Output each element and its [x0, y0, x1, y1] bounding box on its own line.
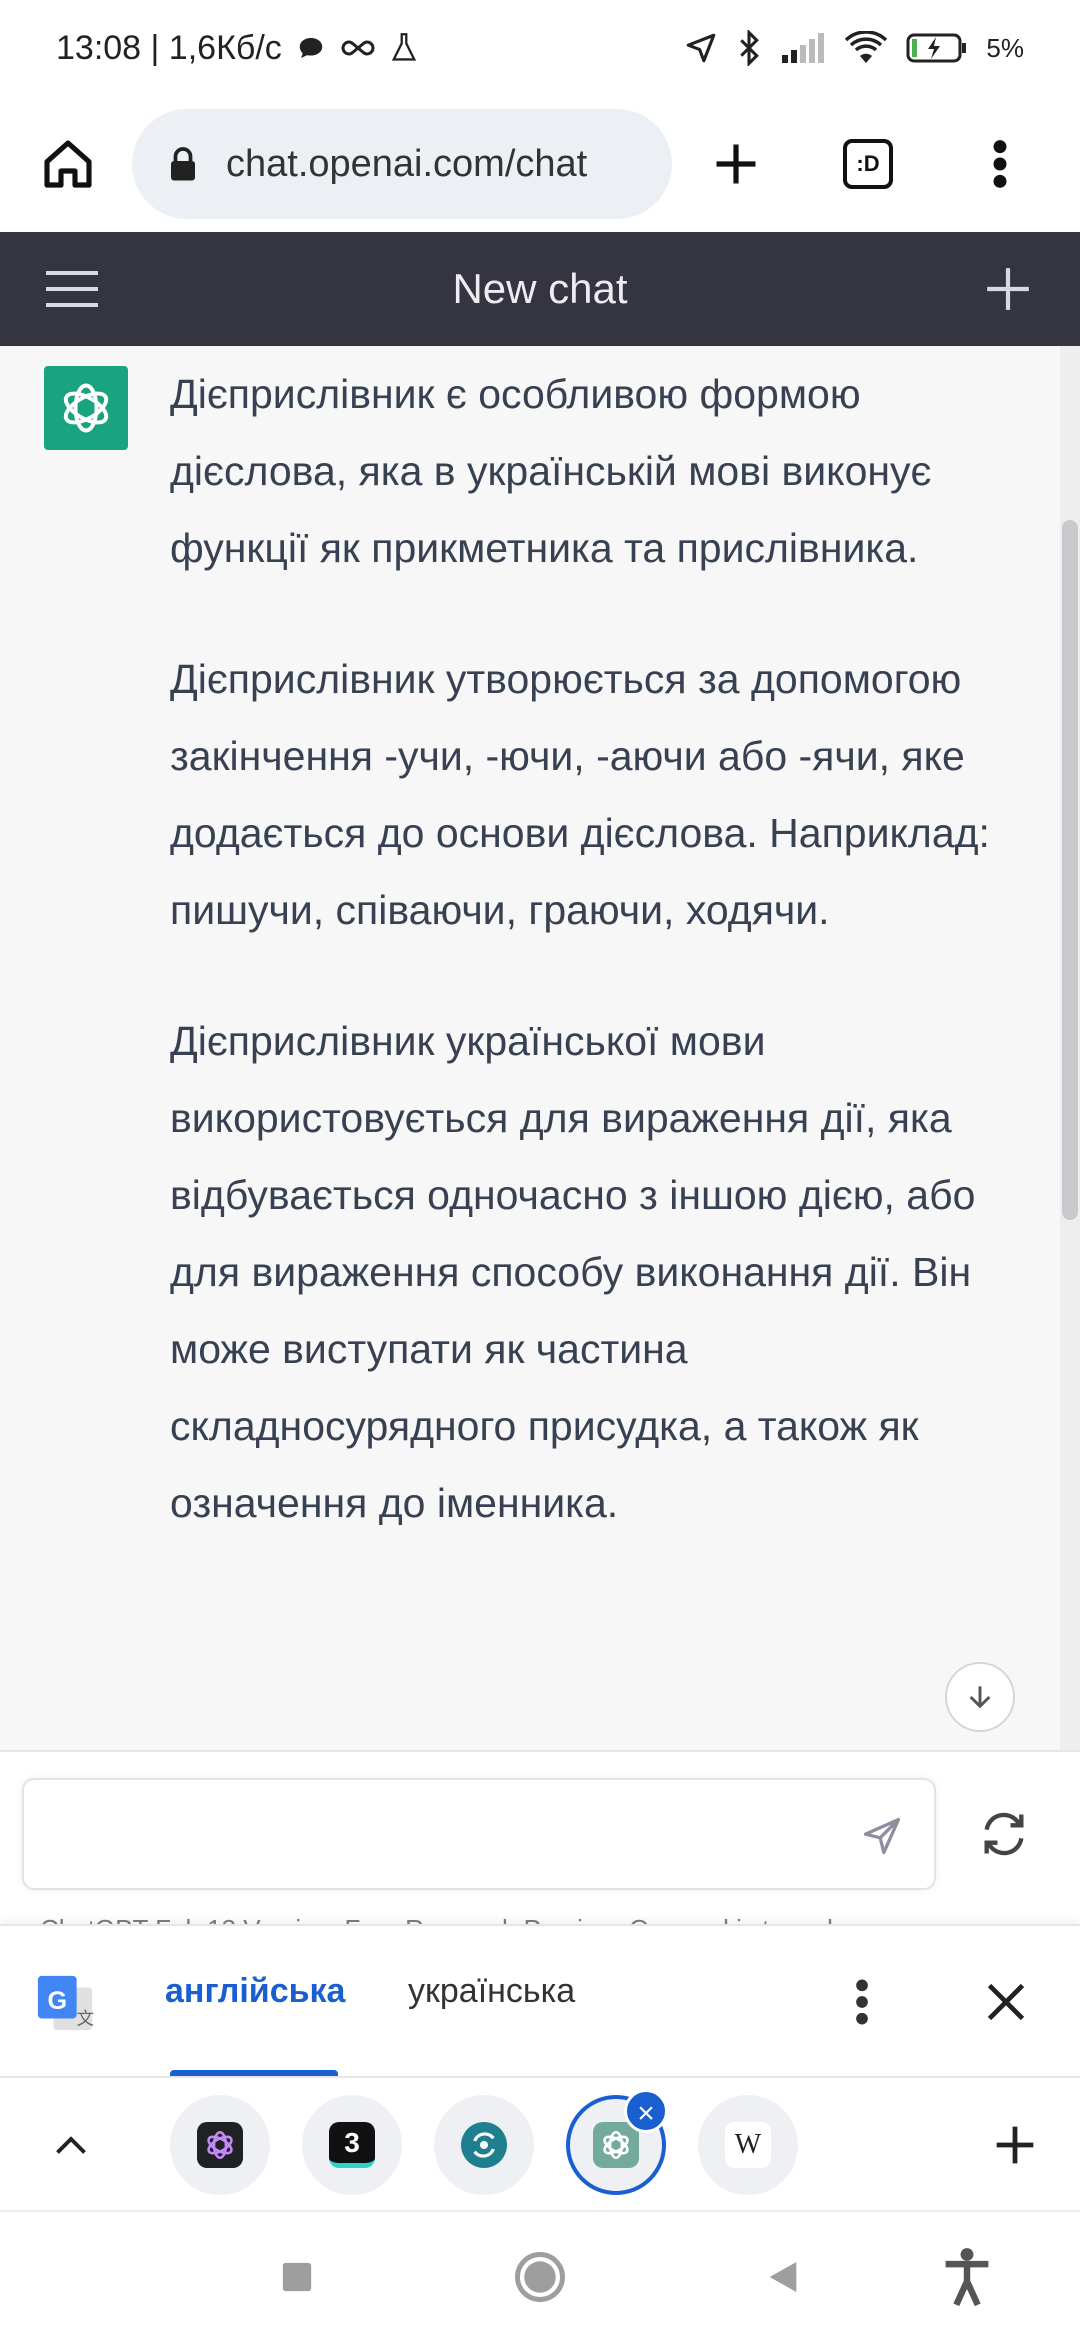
- number-three-icon: 3: [329, 2122, 375, 2168]
- tab-item[interactable]: 3: [302, 2095, 402, 2195]
- prompt-area: ChatGPT Feb 13 Version. Free Research Pr…: [0, 1750, 1080, 1944]
- translate-bar: G 文 англійська українська: [0, 1924, 1080, 2078]
- flask-icon: [391, 33, 416, 61]
- svg-text:G: G: [47, 1987, 67, 2015]
- close-tab-icon[interactable]: ×: [624, 2089, 668, 2133]
- browser-menu-button[interactable]: [958, 122, 1042, 206]
- more-vertical-icon: [856, 1979, 868, 2025]
- new-tab-button[interactable]: [694, 122, 778, 206]
- chat-bubble-icon: [299, 38, 323, 58]
- assistant-message: Дієприслівник є особливою формою дієслов…: [170, 356, 1010, 1596]
- home-nav-button[interactable]: [505, 2242, 575, 2312]
- back-button[interactable]: [748, 2242, 818, 2312]
- infinity-link-icon: [341, 40, 375, 56]
- scrollbar[interactable]: [1060, 346, 1080, 1750]
- wifi-icon: [845, 31, 888, 63]
- recents-button[interactable]: [262, 2242, 332, 2312]
- message-paragraph: Дієприслівник української мови використо…: [170, 1018, 976, 1526]
- more-vertical-icon: [993, 140, 1007, 188]
- status-right: 5%: [684, 30, 1024, 66]
- expand-tabs-button[interactable]: [34, 2108, 108, 2182]
- battery-charging-icon: [906, 33, 967, 63]
- plus-icon: [996, 2126, 1034, 2164]
- location-arrow-icon: [687, 33, 716, 63]
- message-paragraph: Дієприслівник утворюється за допомогою з…: [170, 656, 990, 933]
- message-paragraph: Дієприслівник є особливою формою дієслов…: [170, 371, 932, 571]
- accessibility-icon: [945, 2248, 989, 2307]
- tab-switcher-glyph: :D: [856, 151, 880, 176]
- home-button[interactable]: [26, 122, 110, 206]
- system-nav-bar: [0, 2210, 1080, 2340]
- url-text: chat.openai.com/chat: [226, 142, 588, 185]
- translate-menu-button[interactable]: [838, 1966, 886, 2038]
- tab-switcher-icon: :D: [843, 139, 893, 189]
- chat-header: New chat: [0, 232, 1080, 346]
- chevron-up-icon: [56, 2136, 86, 2154]
- status-time-network: 13:08 | 1,6Кб/с: [56, 28, 282, 67]
- tab-item[interactable]: [170, 2095, 270, 2195]
- assistant-avatar: [44, 366, 128, 450]
- accessibility-button[interactable]: [932, 2242, 1002, 2312]
- status-bar: 13:08 | 1,6Кб/с 5%: [0, 0, 1080, 96]
- square-icon: [282, 2262, 312, 2292]
- triangle-back-icon: [769, 2262, 797, 2292]
- new-tab-strip-button[interactable]: [978, 2108, 1052, 2182]
- chat-conversation[interactable]: Дієприслівник є особливою формою дієслов…: [0, 346, 1080, 1750]
- globe-sync-icon: [461, 2122, 507, 2168]
- chat-title: New chat: [452, 265, 628, 312]
- arrow-down-icon: [969, 1686, 991, 1709]
- tab-item[interactable]: W: [698, 2095, 798, 2195]
- scrollbar-thumb[interactable]: [1062, 520, 1078, 1220]
- lock-icon: [171, 147, 195, 181]
- tab-switcher-button[interactable]: :D: [826, 122, 910, 206]
- plus-icon: [987, 268, 1029, 310]
- close-icon: [987, 1983, 1025, 2021]
- tab-item-active[interactable]: ×: [566, 2089, 668, 2195]
- google-translate-icon: G 文: [37, 1975, 94, 2031]
- chatgpt-icon: [593, 2122, 639, 2168]
- prompt-input[interactable]: [22, 1778, 936, 1890]
- status-left: 13:08 | 1,6Кб/с: [56, 29, 418, 68]
- source-language-tab[interactable]: англійська: [165, 1972, 345, 2011]
- home-icon: [44, 140, 92, 188]
- tab-item[interactable]: [434, 2095, 534, 2195]
- openai-logo-icon: [63, 383, 109, 433]
- tab-strip: 3 × W: [0, 2076, 1080, 2210]
- address-bar[interactable]: chat.openai.com/chat: [132, 109, 672, 219]
- target-language-tab[interactable]: українська: [408, 1972, 575, 2011]
- signal-icon: [782, 33, 825, 63]
- scroll-to-bottom-button[interactable]: [945, 1662, 1015, 1732]
- sidebar-menu-button[interactable]: [30, 247, 114, 331]
- circle-home-icon: [515, 2252, 565, 2302]
- send-button[interactable]: [850, 1804, 914, 1868]
- browser-actions: :D: [694, 122, 1054, 206]
- tab-glyph: 3: [344, 2126, 360, 2158]
- hamburger-icon: [46, 271, 98, 307]
- battery-percent: 5%: [986, 32, 1024, 63]
- bluetooth-icon: [740, 30, 760, 66]
- regenerate-button[interactable]: [966, 1796, 1042, 1872]
- wikipedia-icon: W: [725, 2122, 771, 2168]
- tab-glyph: W: [734, 2129, 762, 2160]
- translate-close-button[interactable]: [970, 1966, 1042, 2038]
- browser-toolbar: chat.openai.com/chat :D: [0, 96, 1080, 232]
- openai-dark-icon: [197, 2122, 243, 2168]
- svg-text:文: 文: [77, 2008, 94, 2028]
- send-icon: [863, 1817, 901, 1855]
- new-chat-button[interactable]: [966, 247, 1050, 331]
- refresh-icon: [984, 1812, 1024, 1856]
- plus-icon: [716, 144, 756, 184]
